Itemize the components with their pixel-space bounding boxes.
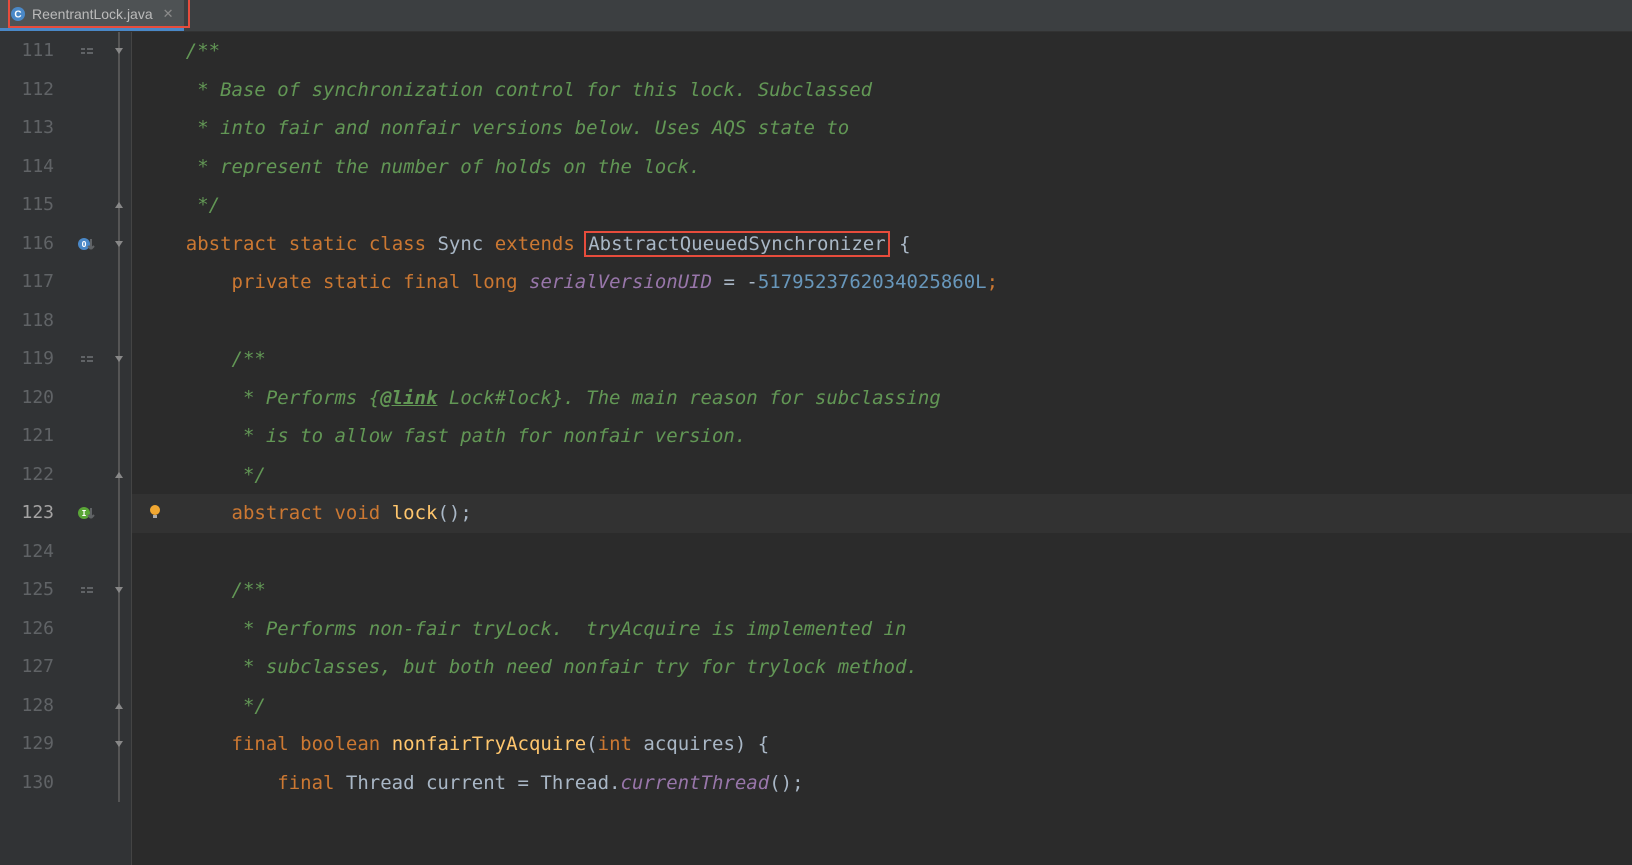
line-number[interactable]: 123 xyxy=(0,494,54,533)
code-line[interactable]: */ xyxy=(140,186,1632,225)
code-area[interactable]: /** * Base of synchronization control fo… xyxy=(132,32,1632,865)
code-line[interactable]: */ xyxy=(140,456,1632,495)
fold-toggle-icon[interactable] xyxy=(112,32,126,71)
code-line[interactable]: abstract static class Sync extends Abstr… xyxy=(140,225,1632,264)
gutter-icons: O I xyxy=(68,32,106,865)
line-number[interactable]: 119 xyxy=(0,340,54,379)
code-line[interactable]: * Performs {@link Lock#lock}. The main r… xyxy=(140,379,1632,418)
code-line[interactable]: * represent the number of holds on the l… xyxy=(140,148,1632,187)
code-line[interactable] xyxy=(140,533,1632,572)
fold-strip xyxy=(106,32,132,865)
gutter: 111 112 113 114 115 116 117 118 119 120 … xyxy=(0,32,132,865)
tab-filename: ReentrantLock.java xyxy=(32,6,153,22)
line-number[interactable]: 124 xyxy=(0,533,54,572)
line-number[interactable]: 128 xyxy=(0,687,54,726)
code-line[interactable]: final Thread current = Thread.currentThr… xyxy=(140,764,1632,803)
fold-toggle-icon[interactable] xyxy=(112,340,126,379)
fold-end-icon[interactable] xyxy=(112,186,126,225)
code-line[interactable]: private static final long serialVersionU… xyxy=(140,263,1632,302)
line-number[interactable]: 115 xyxy=(0,186,54,225)
line-number[interactable]: 129 xyxy=(0,725,54,764)
collapse-doc-icon[interactable] xyxy=(68,32,106,71)
code-line[interactable]: * into fair and nonfair versions below. … xyxy=(140,109,1632,148)
tab-bar: C ReentrantLock.java ✕ xyxy=(0,0,1632,32)
close-icon[interactable]: ✕ xyxy=(163,6,174,22)
line-number[interactable]: 111 xyxy=(0,32,54,71)
line-number[interactable]: 122 xyxy=(0,456,54,495)
fold-end-icon[interactable] xyxy=(112,456,126,495)
code-line[interactable]: /** xyxy=(140,571,1632,610)
implement-icon[interactable]: I xyxy=(68,494,106,533)
line-number[interactable]: 117 xyxy=(0,263,54,302)
svg-text:O: O xyxy=(82,240,87,249)
code-line[interactable]: * subclasses, but both need nonfair try … xyxy=(140,648,1632,687)
line-number[interactable]: 120 xyxy=(0,379,54,418)
line-number[interactable]: 114 xyxy=(0,148,54,187)
svg-text:I: I xyxy=(82,509,87,518)
code-line[interactable]: * Performs non-fair tryLock. tryAcquire … xyxy=(140,610,1632,649)
line-number[interactable]: 125 xyxy=(0,571,54,610)
line-number[interactable]: 121 xyxy=(0,417,54,456)
line-numbers: 111 112 113 114 115 116 117 118 119 120 … xyxy=(0,32,68,865)
java-class-icon: C xyxy=(10,6,26,22)
fold-end-icon[interactable] xyxy=(112,687,126,726)
hint-bulb-icon[interactable] xyxy=(146,503,166,523)
code-line[interactable]: /** xyxy=(140,340,1632,379)
collapse-doc-icon[interactable] xyxy=(68,340,106,379)
code-line[interactable] xyxy=(140,302,1632,341)
annotation-box-aqs: AbstractQueuedSynchronizer xyxy=(584,231,889,257)
editor: 111 112 113 114 115 116 117 118 119 120 … xyxy=(0,32,1632,865)
line-number[interactable]: 118 xyxy=(0,302,54,341)
fold-toggle-icon[interactable] xyxy=(112,225,126,264)
file-tab[interactable]: C ReentrantLock.java ✕ xyxy=(0,0,184,31)
code-line[interactable]: * is to allow fast path for nonfair vers… xyxy=(140,417,1632,456)
fold-toggle-icon[interactable] xyxy=(112,571,126,610)
line-number[interactable]: 112 xyxy=(0,71,54,110)
line-number[interactable]: 127 xyxy=(0,648,54,687)
code-line[interactable]: final boolean nonfairTryAcquire(int acqu… xyxy=(140,725,1632,764)
code-line[interactable]: * Base of synchronization control for th… xyxy=(140,71,1632,110)
override-icon[interactable]: O xyxy=(68,225,106,264)
line-number[interactable]: 113 xyxy=(0,109,54,148)
svg-text:C: C xyxy=(14,10,21,21)
code-line[interactable]: */ xyxy=(140,687,1632,726)
code-line[interactable]: /** xyxy=(140,32,1632,71)
line-number[interactable]: 126 xyxy=(0,610,54,649)
collapse-doc-icon[interactable] xyxy=(68,571,106,610)
fold-toggle-icon[interactable] xyxy=(112,725,126,764)
line-number[interactable]: 116 xyxy=(0,225,54,264)
line-number[interactable]: 130 xyxy=(0,764,54,803)
